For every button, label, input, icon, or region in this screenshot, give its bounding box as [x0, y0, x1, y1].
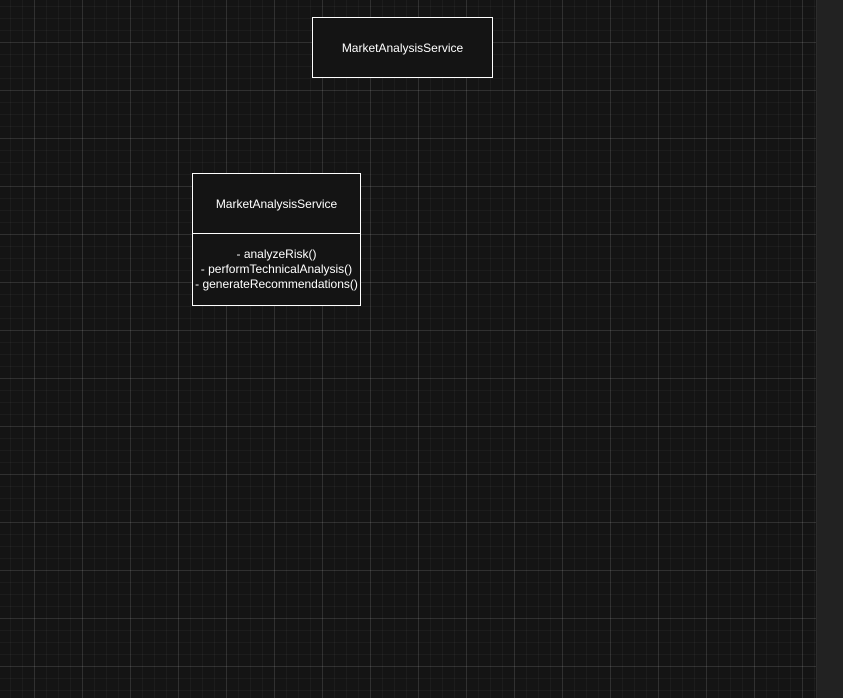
right-panel-edge: [816, 0, 843, 698]
class-name: MarketAnalysisService: [215, 196, 338, 211]
class-method: - generateRecommendations(): [195, 277, 358, 291]
market-analysis-service-class[interactable]: MarketAnalysisService - analyzeRisk() - …: [192, 173, 361, 306]
class-method: - performTechnicalAnalysis(): [200, 262, 353, 276]
class-method: - analyzeRisk(): [236, 247, 317, 261]
class-header: MarketAnalysisService: [193, 174, 360, 234]
diagram-canvas[interactable]: MarketAnalysisService MarketAnalysisServ…: [0, 0, 816, 698]
market-analysis-service-shape[interactable]: MarketAnalysisService: [312, 17, 493, 78]
class-methods: - analyzeRisk() - performTechnicalAnalys…: [193, 234, 360, 305]
shape-label: MarketAnalysisService: [341, 40, 464, 55]
